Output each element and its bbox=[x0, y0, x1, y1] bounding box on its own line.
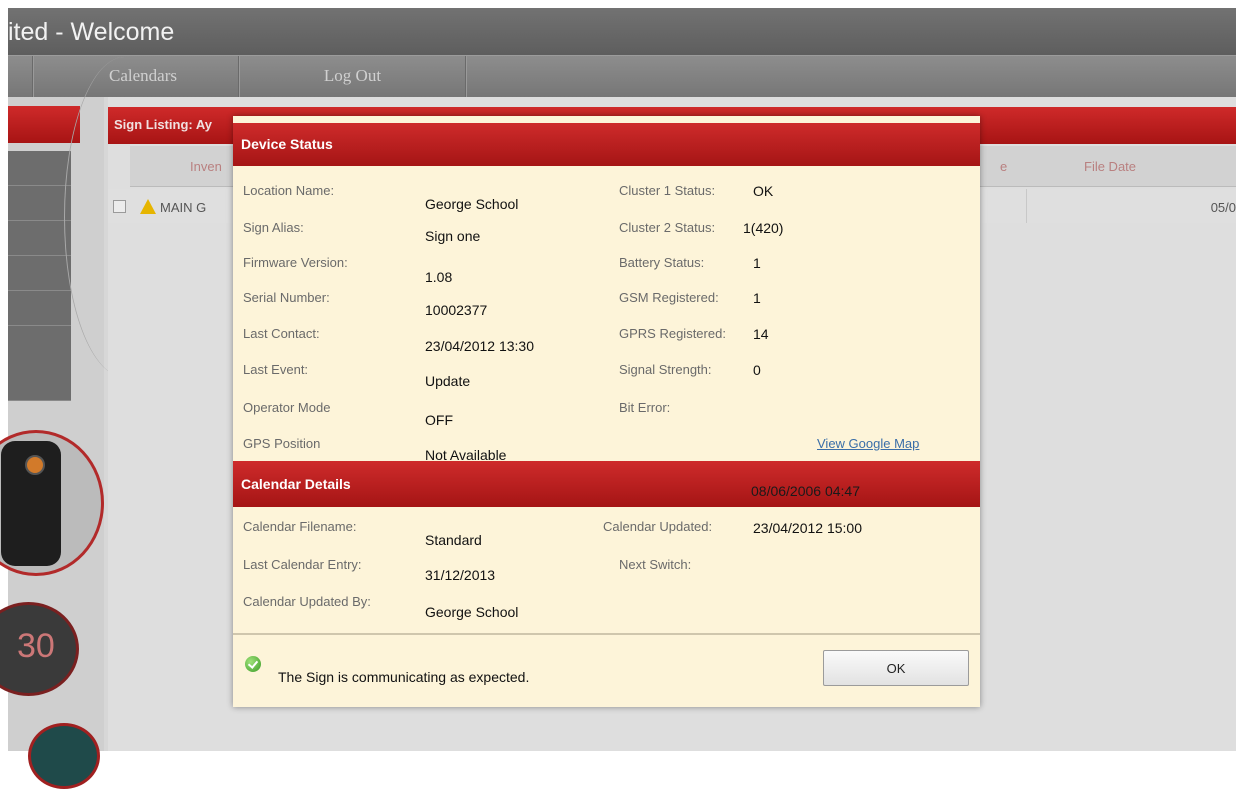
last-event-value: Update bbox=[425, 373, 471, 389]
nav-separator bbox=[32, 56, 34, 98]
speed-sign-image: 30 bbox=[0, 602, 79, 696]
sign-listing-title: Sign Listing: Ay bbox=[114, 117, 212, 132]
column-e[interactable]: e bbox=[1000, 159, 1007, 174]
calendar-filename-label: Calendar Filename: bbox=[243, 519, 357, 534]
last-contact-label: Last Contact: bbox=[243, 326, 320, 341]
bit-error-label: Bit Error: bbox=[619, 400, 671, 415]
calendar-updated-by-label: Calendar Updated By: bbox=[243, 594, 371, 609]
column-file-date[interactable]: File Date bbox=[1084, 159, 1136, 174]
signal-strength-value: 0 bbox=[753, 362, 761, 378]
sign-device-lamp bbox=[25, 455, 45, 475]
calendar-updated-value: 23/04/2012 15:00 bbox=[753, 520, 862, 536]
serial-number-value: 10002377 bbox=[425, 302, 488, 318]
battery-status-label: Battery Status: bbox=[619, 255, 705, 270]
device-status-header: Device Status bbox=[233, 123, 980, 166]
nav-bar: Calendars Log Out bbox=[8, 55, 1236, 98]
column-divider bbox=[1026, 189, 1027, 223]
calendar-details-header: Calendar Details 08/06/2006 04:47 bbox=[233, 461, 980, 507]
sign-device-image bbox=[0, 430, 104, 576]
last-event-label: Last Event: bbox=[243, 362, 309, 377]
calendar-filename-value: Standard bbox=[425, 532, 482, 548]
cluster2-status-value: 1(420) bbox=[743, 220, 784, 236]
gsm-registered-label: GSM Registered: bbox=[619, 290, 719, 305]
row-file-date: 05/0 bbox=[1210, 200, 1236, 215]
firmware-version-label: Firmware Version: bbox=[243, 255, 348, 270]
nav-log-out[interactable]: Log Out bbox=[240, 56, 465, 98]
warning-icon bbox=[140, 199, 156, 214]
calendar-details-title: Calendar Details bbox=[241, 476, 351, 492]
row-checkbox[interactable] bbox=[113, 200, 126, 213]
speed-sign-text: 30 bbox=[17, 627, 55, 665]
battery-status-value: 1 bbox=[753, 255, 761, 271]
calendar-updated-label: Calendar Updated: bbox=[603, 519, 713, 534]
status-message: The Sign is communicating as expected. bbox=[278, 669, 530, 685]
firmware-version-value: 1.08 bbox=[425, 269, 453, 285]
device-status-title: Device Status bbox=[241, 136, 333, 152]
gauge-image bbox=[28, 723, 100, 789]
next-switch-label: Next Switch: bbox=[619, 557, 692, 572]
sign-device-body bbox=[1, 441, 61, 566]
title-bar: ited - Welcome bbox=[8, 8, 1236, 55]
sign-alias-label: Sign Alias: bbox=[243, 220, 304, 235]
gsm-registered-value: 1 bbox=[753, 290, 761, 306]
view-google-map-link[interactable]: View Google Map bbox=[817, 436, 919, 451]
row-sign-name: MAIN G bbox=[160, 200, 207, 215]
serial-number-label: Serial Number: bbox=[243, 290, 330, 305]
window-title: ited - Welcome bbox=[8, 18, 175, 46]
location-name-label: Location Name: bbox=[243, 183, 335, 198]
left-menu-item[interactable] bbox=[8, 221, 71, 256]
cluster1-status-label: Cluster 1 Status: bbox=[619, 183, 716, 198]
gprs-registered-value: 14 bbox=[753, 326, 769, 342]
left-menu-item[interactable] bbox=[8, 186, 71, 221]
left-menu-item[interactable] bbox=[8, 291, 71, 326]
ok-button[interactable]: OK bbox=[823, 650, 969, 686]
signal-strength-label: Signal Strength: bbox=[619, 362, 712, 377]
gps-position-label: GPS Position bbox=[243, 436, 321, 451]
cluster1-status-value: OK bbox=[753, 183, 774, 199]
left-menu-item[interactable] bbox=[8, 326, 71, 401]
gprs-registered-label: GPRS Registered: bbox=[619, 326, 726, 341]
operator-mode-label: Operator Mode bbox=[243, 400, 331, 415]
device-status-dialog: Device Status Location Name: George Scho… bbox=[233, 116, 980, 707]
sign-alias-value: Sign one bbox=[425, 228, 481, 244]
left-menu-active[interactable] bbox=[8, 106, 80, 143]
location-name-value: George School bbox=[425, 196, 519, 212]
check-icon bbox=[245, 656, 261, 672]
last-contact-value: 23/04/2012 13:30 bbox=[425, 338, 534, 354]
operator-mode-value: OFF bbox=[425, 412, 453, 428]
calendar-header-date: 08/06/2006 04:47 bbox=[751, 483, 860, 499]
left-menu-item[interactable] bbox=[8, 256, 71, 291]
last-calendar-entry-value: 31/12/2013 bbox=[425, 567, 496, 583]
last-calendar-entry-label: Last Calendar Entry: bbox=[243, 557, 362, 572]
nav-separator bbox=[465, 56, 467, 98]
dialog-divider bbox=[233, 633, 980, 635]
calendar-updated-by-value: George School bbox=[425, 604, 519, 620]
column-inventory[interactable]: Inven bbox=[190, 159, 222, 174]
left-menu-item[interactable] bbox=[8, 151, 71, 186]
cluster2-status-label: Cluster 2 Status: bbox=[619, 220, 716, 235]
left-panel: 30 bbox=[0, 57, 104, 789]
